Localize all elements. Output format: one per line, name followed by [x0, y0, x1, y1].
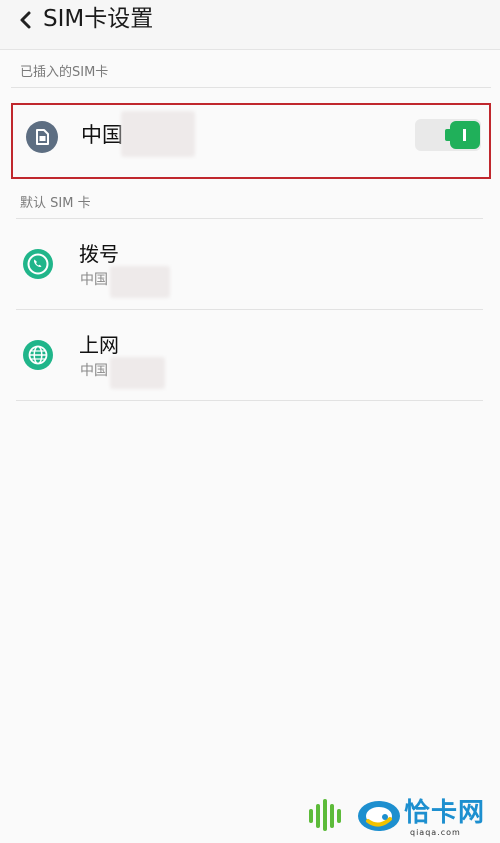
row-divider — [16, 400, 483, 401]
section-divider — [11, 87, 491, 88]
dial-row[interactable]: 拨号 中国 — [0, 219, 500, 309]
watermark-text: 恰卡网 — [404, 798, 486, 828]
watermark-logo-icon — [358, 801, 400, 831]
redacted-dial-carrier — [110, 266, 170, 298]
sim-card-row[interactable]: 中国 — [11, 103, 491, 179]
sim-enable-toggle[interactable] — [415, 119, 481, 151]
redacted-data-carrier — [110, 357, 165, 389]
dial-title: 拨号 — [79, 242, 119, 266]
default-sim-section-label: 默认 SIM 卡 — [20, 196, 91, 211]
data-row[interactable]: 上网 中国 — [0, 310, 500, 400]
sim-card-icon — [26, 121, 58, 153]
watermark-url: qiaqa.com — [410, 828, 461, 837]
back-arrow-icon[interactable] — [12, 5, 40, 35]
inserted-sim-section-label: 已插入的SIM卡 — [20, 65, 109, 80]
globe-icon — [23, 340, 53, 370]
toggle-on-indicator — [463, 129, 466, 141]
redacted-carrier-name — [121, 111, 195, 157]
data-subtitle: 中国 — [80, 363, 108, 379]
dial-subtitle: 中国 — [80, 272, 108, 288]
toggle-knob — [445, 121, 480, 149]
page-title: SIM卡设置 — [43, 6, 154, 32]
watermark: 恰卡网 qiaqa.com — [306, 795, 500, 843]
sim-card-name: 中国 — [81, 123, 123, 147]
watermark-bars-icon — [309, 799, 341, 831]
header-bar: SIM卡设置 — [0, 0, 500, 50]
data-title: 上网 — [79, 333, 119, 357]
phone-icon — [23, 249, 53, 279]
